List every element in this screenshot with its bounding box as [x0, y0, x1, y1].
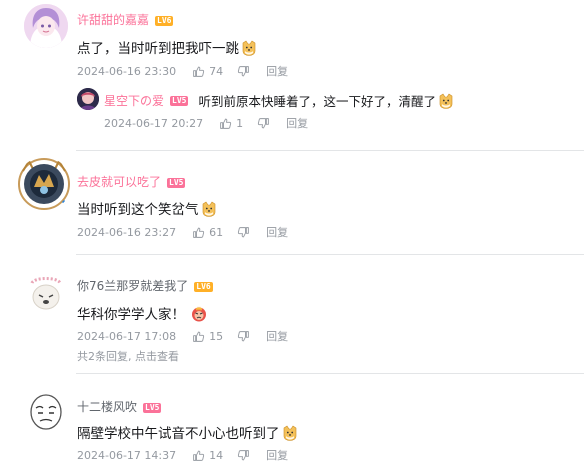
- like-button[interactable]: 1: [219, 117, 243, 130]
- doge-emoji-icon: [438, 93, 454, 109]
- reply-meta: 2024-06-17 20:27 1 回复: [104, 115, 308, 131]
- doge-emoji-icon: [282, 425, 298, 441]
- avatar-frame-icon: [18, 158, 71, 210]
- dislike-button[interactable]: [237, 65, 250, 78]
- reply-button[interactable]: 回复: [266, 63, 288, 79]
- reply-button[interactable]: 回复: [286, 115, 308, 131]
- like-count: 74: [209, 64, 224, 78]
- comment-text-content: 华科你学学人家！: [77, 307, 185, 323]
- comment-meta: 2024-06-17 14:37 14 回复: [77, 447, 288, 463]
- level-badge: LV6: [155, 16, 174, 26]
- dislike-button[interactable]: [237, 226, 250, 239]
- comment-text: 华科你学学人家！: [77, 303, 207, 323]
- username-text[interactable]: 你76兰那罗就差我了: [77, 279, 188, 293]
- level-badge: LV5: [170, 95, 189, 106]
- level-badge: LV6: [194, 282, 213, 292]
- like-count: 1: [236, 116, 244, 130]
- thumb-down-icon[interactable]: [237, 330, 250, 343]
- avatar[interactable]: [24, 390, 68, 434]
- comment-meta: 2024-06-16 23:30 74 回复: [77, 63, 288, 79]
- comment-text: 当时听到这个笑岔气: [77, 198, 217, 218]
- timestamp: 2024-06-17 14:37: [77, 448, 177, 462]
- thumb-down-icon[interactable]: [237, 449, 250, 462]
- username-text[interactable]: 十二楼风吹: [77, 400, 137, 414]
- thumb-up-icon[interactable]: [192, 65, 205, 78]
- dislike-button[interactable]: [237, 449, 250, 462]
- level-badge: LV5: [167, 178, 186, 188]
- like-button[interactable]: 15: [192, 330, 223, 343]
- username[interactable]: 去皮就可以吃了 LV5: [77, 173, 186, 190]
- reply-username[interactable]: 星空下の爱: [104, 92, 164, 109]
- angry-emoji-icon: [191, 306, 207, 322]
- username[interactable]: 十二楼风吹 LV5: [77, 398, 162, 415]
- avatar[interactable]: [24, 4, 68, 48]
- reply-line: 星空下の爱 LV5 听到前原本快睡着了，这一下好了，清醒了: [104, 91, 454, 110]
- comment-meta: 2024-06-17 17:08 15 回复: [77, 328, 288, 344]
- username[interactable]: 你76兰那罗就差我了 LV6: [77, 277, 213, 294]
- doge-emoji-icon: [201, 201, 217, 217]
- reply-button[interactable]: 回复: [266, 328, 288, 344]
- reply-avatar[interactable]: [77, 88, 99, 110]
- thumb-up-icon[interactable]: [192, 226, 205, 239]
- avatar-image-icon: [77, 88, 99, 110]
- reply-button[interactable]: 回复: [266, 447, 288, 463]
- comment-item: 你76兰那罗就差我了 LV6 华科你学学人家！ 2024-06-17 17:08 …: [0, 255, 584, 373]
- like-button[interactable]: 14: [192, 449, 223, 462]
- username-text[interactable]: 去皮就可以吃了: [77, 175, 161, 189]
- avatar-image-icon: [24, 4, 68, 48]
- like-count: 15: [209, 329, 224, 343]
- timestamp: 2024-06-17 20:27: [104, 116, 204, 130]
- comment-item: 许甜甜的嘉嘉 LV6 点了，当时听到把我吓一跳 2024-06-16 23:30 …: [0, 0, 584, 150]
- timestamp: 2024-06-16 23:27: [77, 225, 177, 239]
- comment-meta: 2024-06-16 23:27 61 回复: [77, 224, 288, 240]
- view-replies-link[interactable]: 共2条回复, 点击查看: [77, 348, 179, 364]
- timestamp: 2024-06-17 17:08: [77, 329, 177, 343]
- dislike-button[interactable]: [237, 330, 250, 343]
- level-badge: LV5: [143, 403, 162, 413]
- dislike-button[interactable]: [257, 117, 270, 130]
- reply-button[interactable]: 回复: [266, 224, 288, 240]
- avatar-image-icon: [24, 390, 68, 434]
- username[interactable]: 许甜甜的嘉嘉 LV6: [77, 11, 174, 28]
- thumb-up-icon[interactable]: [192, 330, 205, 343]
- reply-text: 听到前原本快睡着了，这一下好了，清醒了: [198, 94, 436, 109]
- username-text[interactable]: 许甜甜的嘉嘉: [77, 13, 149, 27]
- comment-text-content: 当时听到这个笑岔气: [77, 202, 199, 218]
- comment-text-content: 隔壁学校中午试音不小心也听到了: [77, 426, 280, 442]
- avatar-image-icon: [24, 269, 68, 313]
- like-button[interactable]: 74: [192, 65, 223, 78]
- timestamp: 2024-06-16 23:30: [77, 64, 177, 78]
- like-count: 14: [209, 448, 224, 462]
- thumb-down-icon[interactable]: [237, 226, 250, 239]
- avatar[interactable]: [17, 157, 71, 211]
- thumb-up-icon[interactable]: [219, 117, 232, 130]
- comment-item: 去皮就可以吃了 LV5 当时听到这个笑岔气 2024-06-16 23:27 61…: [0, 151, 584, 254]
- thumb-down-icon[interactable]: [237, 65, 250, 78]
- comment-text-content: 点了，当时听到把我吓一跳: [77, 41, 239, 57]
- thumb-down-icon[interactable]: [257, 117, 270, 130]
- like-count: 61: [209, 225, 224, 239]
- thumb-up-icon[interactable]: [192, 449, 205, 462]
- doge-emoji-icon: [241, 40, 257, 56]
- comment-text: 隔壁学校中午试音不小心也听到了: [77, 422, 298, 442]
- like-button[interactable]: 61: [192, 226, 223, 239]
- comment-item: 十二楼风吹 LV5 隔壁学校中午试音不小心也听到了 2024-06-17 14:3…: [0, 374, 584, 471]
- comment-text: 点了，当时听到把我吓一跳: [77, 37, 257, 57]
- avatar[interactable]: [24, 269, 68, 313]
